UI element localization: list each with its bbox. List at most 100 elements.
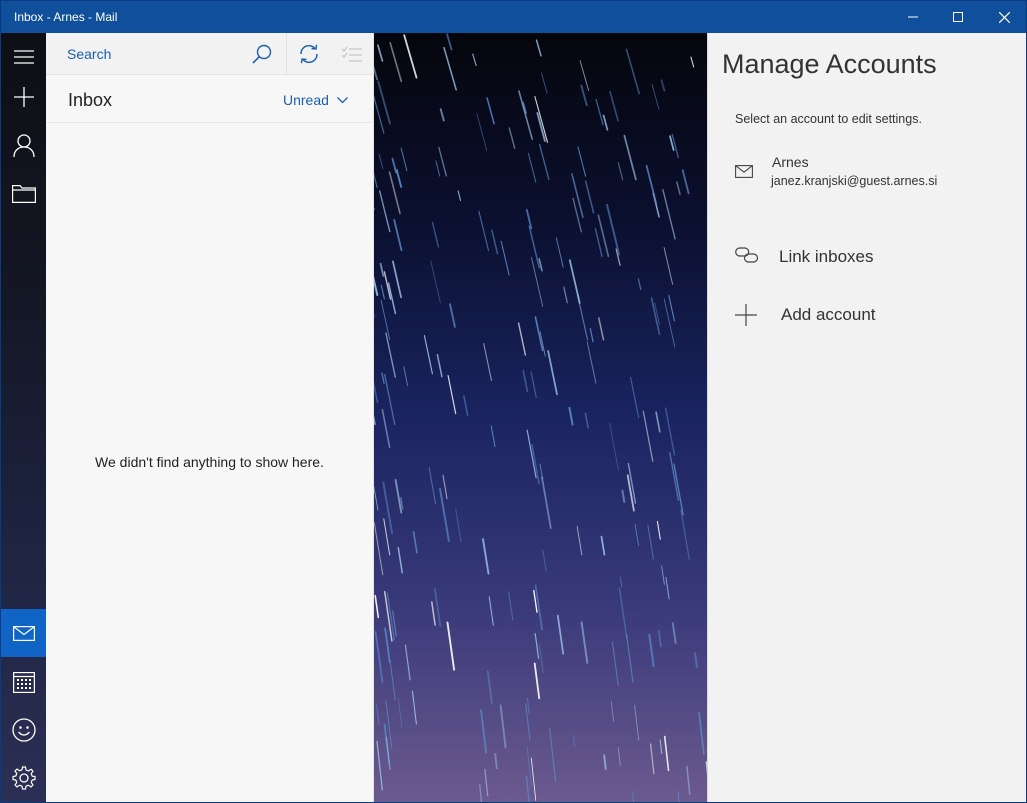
star-trail-streak [656, 520, 661, 540]
add-account-button[interactable]: Add account [722, 294, 1012, 334]
star-trail-streak [621, 489, 626, 503]
star-trail-streak [500, 240, 510, 276]
settings-button[interactable] [1, 754, 46, 802]
navigation-rail [1, 33, 46, 802]
account-name: Arnes [772, 154, 809, 170]
star-trail-streak [655, 411, 661, 433]
star-trail-streak [634, 524, 640, 547]
star-trail-streak [651, 83, 660, 110]
star-trail-streak [378, 153, 384, 169]
star-trail-streak [534, 316, 544, 352]
account-email: janez.kranjski@guest.arnes.si [771, 174, 938, 188]
star-trail-streak [374, 522, 384, 576]
filter-label: Unread [283, 92, 329, 108]
star-trail-streak [542, 549, 547, 572]
sync-button[interactable] [286, 33, 331, 74]
star-trail-streak [430, 260, 441, 304]
star-trail-streak [568, 406, 574, 426]
star-trail-streak [671, 622, 677, 644]
star-trail-streak [650, 297, 661, 335]
star-trail-streak [602, 114, 609, 131]
search-icon[interactable] [251, 43, 273, 65]
star-trail-streak [400, 147, 408, 172]
close-button[interactable] [981, 1, 1027, 33]
empty-list-message: We didn't find anything to show here. [95, 454, 324, 470]
star-trail-streak [527, 152, 537, 183]
mail-icon [12, 625, 35, 641]
star-trail-streak [393, 218, 403, 252]
star-trail-streak [438, 146, 448, 177]
star-trail-streak [431, 221, 440, 248]
star-trail-streak [486, 670, 493, 705]
star-trail-streak [404, 644, 411, 681]
star-trail-streak [648, 633, 655, 668]
star-trail-streak [617, 162, 624, 181]
star-trail-streak [508, 591, 514, 621]
calendar-button[interactable] [1, 658, 46, 706]
star-trail-streak [698, 711, 705, 755]
star-trail-streak [435, 160, 441, 177]
star-trail-streak [661, 565, 665, 585]
selection-mode-button[interactable] [331, 33, 373, 74]
star-trail-streak [377, 44, 384, 62]
star-trail-streak [436, 353, 443, 378]
link-inboxes-button[interactable]: Link inboxes [722, 236, 1012, 276]
star-trail-streak [443, 46, 457, 91]
star-trail-streak [423, 335, 433, 375]
star-trail-streak [584, 412, 589, 429]
star-trail-streak [490, 425, 496, 448]
star-trail-streak [394, 479, 403, 514]
star-trail-streak [526, 698, 530, 714]
star-trail-streak [541, 72, 548, 94]
star-trail-streak [447, 375, 457, 415]
title-bar: Inbox - Arnes - Mail [1, 1, 1026, 33]
star-trail-streak [381, 372, 385, 384]
star-trail-streak [383, 518, 391, 556]
star-trail-streak [645, 164, 658, 205]
accounts-button[interactable] [1, 122, 46, 170]
select-mode-icon [342, 46, 362, 62]
maximize-button[interactable] [935, 1, 981, 33]
new-mail-button[interactable] [1, 73, 46, 121]
star-trail-streak [625, 48, 641, 95]
star-trail-streak [457, 190, 462, 201]
sync-icon [300, 44, 318, 63]
star-trail-streak [488, 596, 494, 626]
star-trail-streak [625, 633, 634, 683]
mail-button[interactable] [1, 609, 46, 657]
star-trail-streak [374, 631, 384, 684]
star-trail-streak [484, 768, 489, 797]
minimize-button[interactable] [890, 1, 936, 33]
star-trail-streak [442, 474, 448, 500]
star-trail-streak [374, 594, 380, 619]
star-trail-streak [455, 508, 462, 543]
folders-button[interactable] [1, 170, 46, 218]
star-trail-streak [538, 644, 544, 674]
star-trail-streak [547, 350, 558, 396]
star-trail-streak [600, 535, 606, 556]
star-trail-streak [391, 157, 398, 174]
star-trail-streak [526, 429, 537, 479]
star-trail-streak [576, 293, 589, 341]
star-trail-streak [478, 783, 483, 802]
star-trail-streak [606, 203, 621, 256]
star-trail-streak [669, 452, 680, 501]
star-trail-streak [480, 709, 487, 754]
add-account-label: Add account [781, 305, 876, 324]
pane-subtitle: Select an account to edit settings. [735, 112, 922, 126]
star-trail-streak [556, 614, 565, 655]
star-trail-streak [619, 576, 623, 588]
star-trail-streak [428, 467, 437, 505]
star-trail-streak [586, 341, 597, 384]
feedback-button[interactable] [1, 706, 46, 754]
link-inboxes-label: Link inboxes [779, 247, 874, 266]
star-trail-streak [403, 34, 418, 79]
filter-dropdown[interactable]: Unread [283, 92, 348, 108]
star-trail-streak [618, 587, 628, 639]
account-item[interactable]: Arnes janez.kranjski@guest.arnes.si [722, 145, 1012, 195]
star-trail-streak [378, 190, 391, 233]
star-trail-streak [629, 376, 640, 419]
star-trail-streak [375, 704, 380, 726]
search-input[interactable] [46, 33, 284, 74]
star-trail-streak [491, 229, 499, 255]
